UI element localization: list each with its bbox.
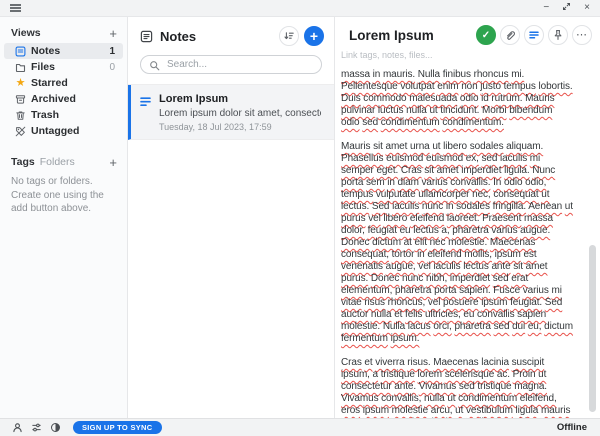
settings-button[interactable] <box>31 422 42 433</box>
add-tag-button[interactable]: + <box>109 157 117 168</box>
add-view-button[interactable]: + <box>109 28 117 39</box>
sidebar-item-starred[interactable]: ★ Starred <box>4 75 123 91</box>
more-options-button[interactable]: ⋯ <box>572 25 592 45</box>
sidebar-item-label: Notes <box>31 45 60 57</box>
minimize-button[interactable]: − <box>543 3 549 13</box>
note-title[interactable]: Lorem Ipsum <box>349 28 434 43</box>
saved-indicator[interactable]: ✓ <box>476 25 496 45</box>
note-list: Lorem Ipsum Lorem ipsum dolor sit amet, … <box>128 84 334 140</box>
note-item-body: Lorem Ipsum Lorem ipsum dolor sit amet, … <box>159 93 321 132</box>
sort-button[interactable] <box>279 26 299 46</box>
tags-empty-message: No tags or folders. Create one using the… <box>0 172 127 216</box>
statusbar: SIGN UP TO SYNC Offline <box>0 418 600 436</box>
views-label: Views <box>11 27 41 39</box>
note-item-preview: Lorem ipsum dolor sit amet, consectetur … <box>159 108 321 119</box>
sliders-icon <box>31 422 42 433</box>
sidebar: Views + Notes 1 Files 0 ★ Starred <box>0 17 128 418</box>
notes-list-panel: Notes + <box>128 17 335 418</box>
archive-icon <box>15 94 26 105</box>
notes-panel-actions: + <box>279 26 324 46</box>
sidebar-item-label: Trash <box>31 109 59 121</box>
plus-icon: + <box>310 29 318 43</box>
maximize-icon <box>562 2 571 11</box>
app-window: − × Views + Notes 1 <box>0 0 600 436</box>
account-button[interactable] <box>12 422 23 433</box>
note-item-title: Lorem Ipsum <box>159 93 321 105</box>
untagged-icon <box>15 126 26 137</box>
check-icon: ✓ <box>482 30 490 41</box>
search-bar <box>140 54 322 74</box>
offline-status: Offline <box>557 422 587 433</box>
new-note-button[interactable]: + <box>304 26 324 46</box>
star-icon: ★ <box>15 78 26 89</box>
sidebar-item-label: Files <box>31 61 55 73</box>
theme-toggle-button[interactable] <box>50 422 61 433</box>
sidebar-item-trash[interactable]: Trash <box>4 107 123 123</box>
sidebar-item-untagged[interactable]: Untagged <box>4 123 123 139</box>
attachment-button[interactable] <box>500 25 520 45</box>
notes-panel-title: Notes <box>160 29 196 44</box>
note-paragraph[interactable]: Cras et viverra risus. Maecenas lacinia … <box>341 357 573 418</box>
window-controls: − × <box>543 2 590 14</box>
sidebar-item-label: Archived <box>31 93 76 105</box>
editor-header: Lorem Ipsum ✓ ⋯ <box>335 17 600 45</box>
folder-icon <box>15 62 26 73</box>
more-icon: ⋯ <box>576 31 588 39</box>
pin-button[interactable] <box>548 25 568 45</box>
note-paragraph[interactable]: massa in mauris. Nulla finibus rhoncus m… <box>341 69 573 129</box>
link-tags-field[interactable]: Link tags, notes, files... <box>335 45 600 60</box>
sidebar-item-label: Untagged <box>31 125 79 137</box>
tags-folders-header: Tags Folders + <box>0 153 127 172</box>
align-lines-icon <box>528 29 540 41</box>
close-button[interactable]: × <box>584 3 590 13</box>
hamburger-menu-icon[interactable] <box>10 4 21 11</box>
notes-panel-header: Notes + <box>128 17 334 53</box>
main-area: Views + Notes 1 Files 0 ★ Starred <box>0 17 600 418</box>
views-header: Views + <box>0 24 127 43</box>
maximize-button[interactable] <box>562 2 571 14</box>
sidebar-item-files[interactable]: Files 0 <box>4 59 123 75</box>
sign-up-to-sync-button[interactable]: SIGN UP TO SYNC <box>73 421 162 434</box>
editor-panel: Lorem Ipsum ✓ ⋯ <box>335 17 600 418</box>
sort-icon <box>283 30 295 42</box>
note-content[interactable]: massa in mauris. Nulla finibus rhoncus m… <box>335 60 600 418</box>
note-text-icon <box>140 95 153 132</box>
pin-icon <box>552 29 564 41</box>
titlebar: − × <box>0 0 600 17</box>
search-icon <box>149 58 160 76</box>
notes-panel-icon <box>140 30 153 43</box>
sidebar-item-notes[interactable]: Notes 1 <box>4 43 123 59</box>
trash-icon <box>15 110 26 121</box>
search-input[interactable] <box>140 55 322 74</box>
notes-count-badge: 1 <box>109 46 115 57</box>
note-paragraph[interactable]: Mauris sit amet urna ut libero sodales a… <box>341 141 573 345</box>
toolbar-toggle-button[interactable] <box>524 25 544 45</box>
paperclip-icon <box>504 29 516 41</box>
tab-folders[interactable]: Folders <box>40 156 75 168</box>
editor-toolbar: ✓ ⋯ <box>476 25 592 45</box>
theme-circle-icon <box>50 422 61 433</box>
notes-icon <box>15 46 26 57</box>
sidebar-item-archived[interactable]: Archived <box>4 91 123 107</box>
person-icon <box>12 422 23 433</box>
note-item-date: Tuesday, 18 Jul 2023, 17:59 <box>159 122 321 132</box>
tab-tags[interactable]: Tags <box>11 156 35 168</box>
sidebar-item-label: Starred <box>31 77 68 89</box>
files-count-badge: 0 <box>109 62 115 73</box>
note-list-item[interactable]: Lorem Ipsum Lorem ipsum dolor sit amet, … <box>128 85 334 140</box>
editor-scrollbar[interactable] <box>589 245 596 412</box>
